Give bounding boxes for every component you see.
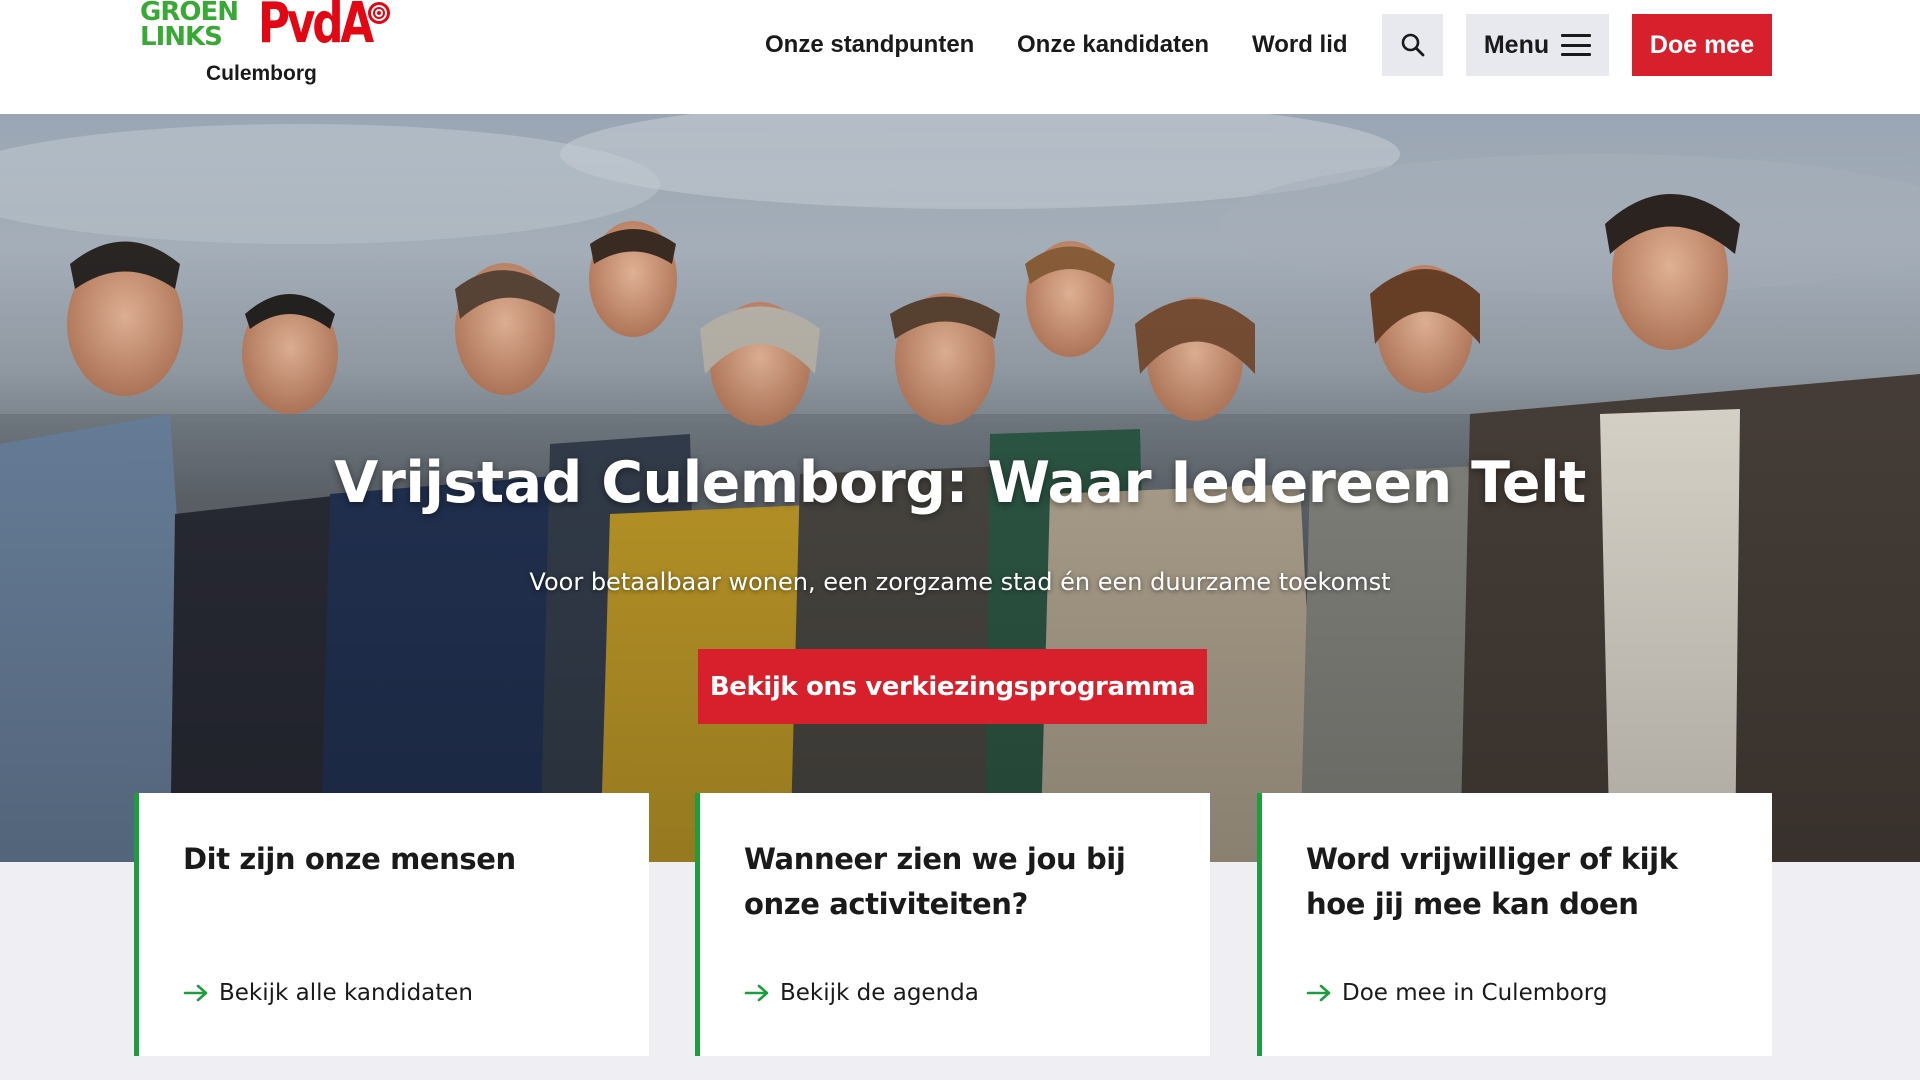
menu-button[interactable]: Menu (1466, 14, 1609, 76)
card-link-label: Doe mee in Culemborg (1342, 980, 1608, 1006)
site-header: GROEN LINKS PvdA Culemborg Onze standpun… (0, 0, 1920, 114)
logo-groenlinks: GROEN LINKS (140, 0, 239, 52)
arrow-right-icon (1306, 984, 1331, 1002)
card-mensen[interactable]: Dit zijn onze mensen Bekijk alle kandida… (134, 793, 649, 1056)
programma-button[interactable]: Bekijk ons verkiezingsprogramma (698, 649, 1207, 724)
search-button[interactable] (1382, 14, 1443, 76)
hero-title: Vrijstad Culemborg: Waar Iedereen Telt (334, 450, 1586, 516)
menu-label: Menu (1483, 30, 1550, 59)
card-activiteiten[interactable]: Wanneer zien we jou bij onze activiteite… (695, 793, 1210, 1056)
search-icon (1401, 33, 1424, 57)
doe-mee-button[interactable]: Doe mee (1632, 14, 1772, 76)
card-link-doe-mee[interactable]: Doe mee in Culemborg (1306, 978, 1607, 1008)
card-link-agenda[interactable]: Bekijk de agenda (744, 978, 979, 1008)
logo-city-name: Culemborg (206, 62, 317, 85)
card-vrijwilliger[interactable]: Word vrijwilliger of kijk hoe jij mee ka… (1257, 793, 1772, 1056)
card-title: Dit zijn onze mensen (183, 842, 516, 876)
hero-subtitle: Voor betaalbaar wonen, een zorgzame stad… (529, 568, 1391, 596)
nav-link-word-lid[interactable]: Word lid (1252, 28, 1348, 62)
card-link-label: Bekijk de agenda (780, 980, 979, 1006)
nav-link-kandidaten[interactable]: Onze kandidaten (1017, 28, 1209, 62)
card-link-kandidaten[interactable]: Bekijk alle kandidaten (183, 978, 473, 1008)
site-logo[interactable]: GROEN LINKS PvdA Culemborg (140, 0, 390, 90)
nav-link-standpunten[interactable]: Onze standpunten (765, 28, 974, 62)
logo-pvda: PvdA (258, 0, 374, 56)
hamburger-icon (1561, 34, 1592, 56)
card-title: Wanneer zien we jou bij onze activiteite… (744, 842, 1126, 921)
rose-icon (368, 2, 390, 24)
arrow-right-icon (183, 984, 208, 1002)
card-title: Word vrijwilliger of kijk hoe jij mee ka… (1306, 842, 1678, 921)
card-link-label: Bekijk alle kandidaten (219, 980, 474, 1006)
arrow-right-icon (744, 984, 769, 1002)
hero-section: Vrijstad Culemborg: Waar Iedereen Telt V… (0, 114, 1920, 862)
